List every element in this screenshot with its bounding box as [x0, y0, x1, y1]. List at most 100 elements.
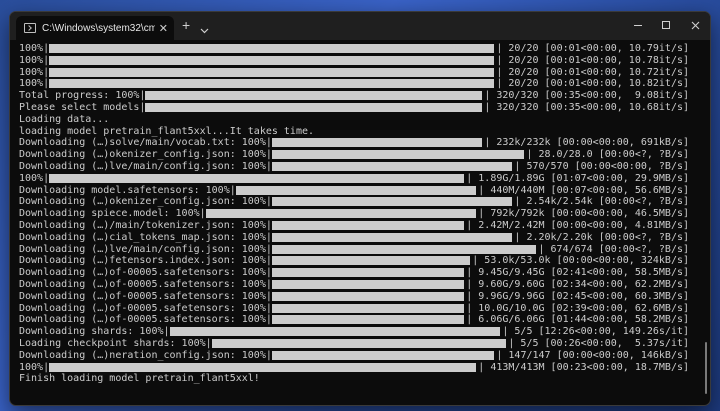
- progress-line: Downloading (…)okenizer_config.json: 100…: [19, 196, 699, 208]
- terminal-window: C:\Windows\system32\cmd.e ✕ + 100%| | 20/…: [9, 11, 711, 406]
- output-line: loading model pretrain_flant5xxl...It ta…: [19, 126, 699, 138]
- progress-stats: | 570/570 [00:00<00:00, ?B/s]: [514, 160, 690, 172]
- progress-label: Downloading (…)neration_config.json: 100…: [19, 349, 272, 361]
- progress-line: Downloading (…)of-00005.safetensors: 100…: [19, 279, 699, 291]
- progress-stats: | 1.89G/1.89G [01:07<00:00, 29.9MB/s]: [466, 172, 690, 184]
- progress-line: 100%| | 1.89G/1.89G [01:07<00:00, 29.9MB/…: [19, 173, 699, 185]
- progress-stats: | 320/320 [00:35<00:00, 10.68it/s]: [484, 101, 690, 113]
- progress-label: Downloading (…)of-00005.safetensors: 100…: [19, 267, 272, 279]
- progress-line: 100%| | 20/20 [00:01<00:00, 10.79it/s]: [19, 43, 699, 55]
- progress-label: Downloading (…)okenizer_config.json: 100…: [19, 149, 272, 161]
- progress-stats: | 5/5 [12:26<00:00, 149.26s/it]: [502, 326, 690, 338]
- progress-label: Downloading (…)cial_tokens_map.json: 100…: [19, 231, 272, 243]
- minimize-icon: [634, 24, 642, 26]
- progress-line: Please select models| | 320/320 [00:35<00…: [19, 102, 699, 114]
- progress-bar: [271, 161, 513, 171]
- progress-line: Loading checkpoint shards: 100%| | 5/5 [0…: [19, 338, 699, 350]
- progress-stats: | 440M/440M [00:07<00:00, 56.6MB/s]: [478, 184, 690, 196]
- progress-bar: [271, 279, 465, 289]
- progress-line: Downloading (…)lve/main/config.json: 100…: [19, 244, 699, 256]
- progress-label: Downloading (…)of-00005.safetensors: 100…: [19, 314, 272, 326]
- progress-stats: | 9.96G/9.96G [02:45<00:00, 60.3MB/s]: [466, 290, 690, 302]
- progress-stats: | 9.45G/9.45G [02:41<00:00, 58.5MB/s]: [466, 267, 690, 279]
- maximize-icon: [662, 21, 670, 29]
- progress-bar: [49, 55, 495, 65]
- output-line: Finish loading model pretrain_flant5xxl!: [19, 373, 699, 385]
- progress-label: Downloading (…)okenizer_config.json: 100…: [19, 196, 272, 208]
- progress-stats: | 20/20 [00:01<00:00, 10.82it/s]: [496, 78, 690, 90]
- progress-stats: | 20/20 [00:01<00:00, 10.78it/s]: [496, 54, 690, 66]
- progress-bar: [211, 338, 507, 348]
- progress-line: Downloading (…)of-00005.safetensors: 100…: [19, 303, 699, 315]
- progress-line: Downloading (…)cial_tokens_map.json: 100…: [19, 232, 699, 244]
- progress-line: Downloading spiece.model: 100%| | 792k/79…: [19, 208, 699, 220]
- progress-label: 100%|: [19, 361, 50, 373]
- progress-line: Downloading (…)fetensors.index.json: 100…: [19, 255, 699, 267]
- terminal-output[interactable]: 100%| | 20/20 [00:01<00:00, 10.79it/s] 100…: [19, 43, 699, 393]
- progress-stats: | 2.20k/2.20k [00:00<?, ?B/s]: [514, 231, 690, 243]
- progress-line: Downloading (…)of-00005.safetensors: 100…: [19, 314, 699, 326]
- progress-bar: [271, 350, 495, 360]
- progress-label: Please select models|: [19, 101, 146, 113]
- scrollbar-thumb[interactable]: [705, 342, 707, 394]
- progress-bar: [271, 303, 465, 313]
- progress-stats: | 20/20 [00:01<00:00, 10.79it/s]: [496, 43, 690, 54]
- progress-line: Downloading (…)neration_config.json: 100…: [19, 350, 699, 362]
- progress-line: 100%| | 20/20 [00:01<00:00, 10.78it/s]: [19, 55, 699, 67]
- progress-bar: [49, 79, 495, 89]
- progress-bar: [145, 91, 483, 101]
- progress-line: Downloading (…)lve/main/config.json: 100…: [19, 161, 699, 173]
- progress-label: Downloading shards: 100%|: [19, 326, 170, 338]
- maximize-button[interactable]: [657, 17, 675, 33]
- progress-bar: [271, 197, 513, 207]
- progress-label: Downloading (…)lve/main/config.json: 100…: [19, 243, 272, 255]
- progress-stats: | 9.60G/9.60G [02:34<00:00, 62.2MB/s]: [466, 278, 690, 290]
- tab-cmd[interactable]: C:\Windows\system32\cmd.e ✕: [16, 16, 174, 40]
- progress-stats: | 232k/232k [00:00<00:00, 691kB/s]: [484, 137, 690, 149]
- close-button[interactable]: [686, 17, 704, 33]
- progress-line: 100%| | 413M/413M [00:23<00:00, 18.7MB/s]: [19, 362, 699, 374]
- progress-bar: [271, 220, 465, 230]
- progress-bar: [169, 327, 501, 337]
- progress-label: 100%|: [19, 78, 50, 90]
- progress-stats: | 6.06G/6.06G [01:44<00:00, 58.2MB/s]: [466, 314, 690, 326]
- progress-label: Downloading spiece.model: 100%|: [19, 208, 206, 220]
- progress-bar: [49, 362, 477, 372]
- progress-line: Downloading (…)of-00005.safetensors: 100…: [19, 267, 699, 279]
- tab-close-icon[interactable]: ✕: [159, 22, 168, 35]
- progress-bar: [205, 209, 477, 219]
- progress-line: Total progress: 100%| | 320/320 [00:35<00…: [19, 90, 699, 102]
- progress-label: Total progress: 100%|: [19, 90, 146, 102]
- progress-label: Loading checkpoint shards: 100%|: [19, 337, 212, 349]
- progress-label: 100%|: [19, 172, 50, 184]
- progress-stats: | 320/320 [00:35<00:00, 9.08it/s]: [484, 90, 690, 102]
- progress-stats: | 28.0/28.0 [00:00<?, ?B/s]: [526, 149, 690, 161]
- progress-line: Downloading model.safetensors: 100%| | 44…: [19, 185, 699, 197]
- progress-bar: [49, 67, 495, 77]
- progress-label: 100%|: [19, 54, 50, 66]
- progress-line: Downloading shards: 100%| | 5/5 [12:26<00…: [19, 326, 699, 338]
- terminal-icon: [24, 23, 36, 33]
- progress-bar: [271, 232, 513, 242]
- progress-stats: | 10.0G/10.0G [02:39<00:00, 62.6MB/s]: [466, 302, 690, 314]
- progress-line: 100%| | 20/20 [00:01<00:00, 10.72it/s]: [19, 67, 699, 79]
- output-text: Finish loading model pretrain_flant5xxl!: [19, 373, 260, 385]
- title-bar[interactable]: C:\Windows\system32\cmd.e ✕ +: [10, 12, 710, 40]
- progress-bar: [271, 150, 525, 160]
- new-tab-button[interactable]: +: [182, 18, 190, 32]
- chevron-down-icon[interactable]: [200, 21, 209, 39]
- progress-bar: [271, 244, 537, 254]
- progress-label: Downloading (…)/main/tokenizer.json: 100…: [19, 219, 272, 231]
- tab-title: C:\Windows\system32\cmd.e: [42, 22, 155, 34]
- progress-line: Downloading (…)/main/tokenizer.json: 100…: [19, 220, 699, 232]
- progress-label: 100%|: [19, 66, 50, 78]
- progress-label: Downloading (…)of-00005.safetensors: 100…: [19, 278, 272, 290]
- output-text: loading model pretrain_flant5xxl...It ta…: [19, 125, 315, 137]
- progress-stats: | 413M/413M [00:23<00:00, 18.7MB/s]: [478, 361, 690, 373]
- progress-label: 100%|: [19, 43, 50, 54]
- progress-bar: [49, 173, 465, 183]
- output-text: Loading data...: [19, 113, 110, 125]
- progress-stats: | 674/674 [00:00<?, ?B/s]: [538, 243, 690, 255]
- minimize-button[interactable]: [629, 17, 647, 33]
- progress-bar: [49, 44, 495, 53]
